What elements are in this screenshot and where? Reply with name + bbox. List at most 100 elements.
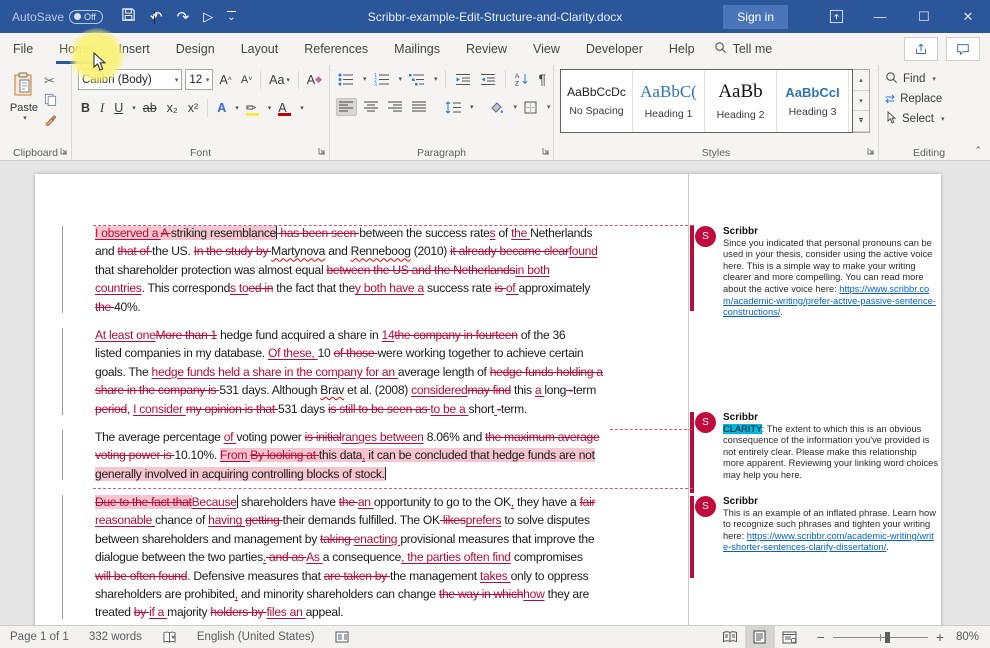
play-macro-icon[interactable]: ▷ [203, 9, 213, 25]
zoom-level[interactable]: 80% [956, 631, 990, 643]
styles-scroll-down-icon[interactable]: ▾ [853, 91, 869, 112]
collapse-ribbon-icon[interactable]: ⌃ [974, 145, 982, 156]
styles-dialog-launcher-icon[interactable] [867, 146, 875, 158]
bold-button[interactable]: B [78, 99, 93, 117]
replace-button[interactable]: ⇄ Replace [885, 92, 975, 106]
comment-1[interactable]: SScribbrSince you indicated that persona… [695, 226, 943, 319]
ribbon-display-options-icon[interactable] [814, 0, 858, 33]
undo-dropdown-icon[interactable]: ▾ [154, 11, 155, 24]
show-formatting-marks-icon[interactable]: ¶ [537, 69, 549, 89]
superscript-button[interactable]: x² [185, 99, 201, 117]
font-color-button[interactable]: A [275, 99, 294, 118]
zoom-in-button[interactable]: + [936, 629, 944, 645]
tab-help[interactable]: Help [656, 34, 708, 64]
align-center-icon[interactable] [362, 99, 381, 115]
paste-button[interactable]: Paste ▾ [6, 69, 42, 129]
tab-file[interactable]: File [0, 34, 46, 64]
undo-icon[interactable]: ↶▾ [150, 8, 163, 26]
cut-icon[interactable]: ✂ [44, 73, 57, 89]
text-effects-button[interactable]: A [214, 99, 229, 117]
document-canvas[interactable]: I observed a A striking resemblance has … [0, 161, 990, 625]
word-count[interactable]: 332 words [79, 626, 152, 648]
share-icon[interactable] [904, 37, 938, 61]
redo-icon[interactable]: ↷ [177, 8, 190, 26]
zoom-out-button[interactable]: − [817, 629, 825, 645]
zoom-slider-thumb[interactable] [885, 632, 890, 643]
tab-review[interactable]: Review [453, 34, 520, 64]
macro-recording-icon[interactable] [325, 626, 359, 648]
underline-dropdown-icon[interactable]: ▾ [132, 104, 136, 112]
grow-font-button[interactable]: A˄ [216, 71, 234, 89]
paragraph-2[interactable]: At least oneMore than 1 hedge fund acqui… [95, 326, 619, 418]
font-dialog-launcher-icon[interactable] [318, 146, 326, 158]
italic-button[interactable]: I [97, 99, 107, 118]
bullets-icon[interactable] [336, 71, 356, 88]
comment-2[interactable]: SScribbrCLARITY: The extent to which thi… [695, 412, 943, 482]
tab-mailings[interactable]: Mailings [381, 34, 453, 64]
tell-me-box[interactable]: Tell me [714, 41, 773, 57]
styles-scroll-up-icon[interactable]: ▴ [853, 70, 869, 91]
read-mode-icon[interactable] [715, 626, 745, 648]
sort-icon[interactable]: AZ [513, 70, 532, 88]
justify-icon[interactable] [410, 99, 429, 115]
copy-icon[interactable] [44, 93, 57, 109]
tab-layout[interactable]: Layout [228, 34, 292, 64]
web-layout-icon[interactable] [775, 626, 805, 648]
strikethrough-button[interactable]: ab [140, 99, 160, 117]
line-spacing-icon[interactable] [443, 99, 463, 116]
customize-qat-icon[interactable]: ⌄ [227, 11, 235, 22]
print-layout-icon[interactable] [745, 626, 775, 648]
tab-developer[interactable]: Developer [573, 34, 656, 64]
clipboard-dialog-launcher-icon[interactable] [60, 146, 68, 158]
find-button[interactable]: Find▾ [885, 71, 975, 87]
font-name-select[interactable]: Calibri (Body)▾ [78, 69, 182, 90]
paste-dropdown-icon[interactable]: ▾ [23, 114, 27, 122]
paragraph-dialog-launcher-icon[interactable] [542, 146, 550, 158]
subscript-button[interactable]: x₂ [164, 99, 181, 117]
paragraph-3[interactable]: The average percentage of voting power i… [95, 428, 619, 483]
style-heading-2[interactable]: AaBbHeading 2 [705, 70, 777, 132]
highlight-button[interactable]: ✏ [243, 98, 262, 118]
font-size-select[interactable]: 12▾ [185, 69, 213, 90]
style-heading-1[interactable]: AaBbC(Heading 1 [633, 70, 705, 132]
page-indicator[interactable]: Page 1 of 1 [0, 626, 79, 648]
clear-formatting-button[interactable]: A◆ [304, 71, 325, 89]
page[interactable]: I observed a A striking resemblance has … [35, 174, 941, 625]
multilevel-list-icon[interactable] [407, 71, 427, 88]
tab-view[interactable]: View [520, 34, 573, 64]
comment-link[interactable]: https://www.scribbr.com/academic-writing… [723, 531, 934, 553]
tab-design[interactable]: Design [163, 34, 228, 64]
numbering-icon[interactable]: 123 [372, 71, 392, 88]
styles-gallery-more-icon[interactable]: ▾ [853, 111, 869, 132]
style-no-spacing[interactable]: AaBbCcDcNo Spacing [561, 70, 633, 132]
proofing-errors-icon[interactable] [152, 626, 187, 648]
save-icon[interactable] [121, 7, 136, 26]
tab-references[interactable]: References [291, 34, 381, 64]
shading-icon[interactable] [488, 99, 507, 116]
increase-indent-icon[interactable] [478, 71, 498, 88]
minimize-button[interactable]: — [858, 0, 902, 33]
autosave-toggle[interactable]: AutoSave Off [12, 10, 103, 24]
tab-insert[interactable]: Insert [106, 34, 163, 64]
comment-3[interactable]: SScribbrThis is an example of an inflate… [695, 496, 943, 554]
paragraph-4[interactable]: Due to the fact thatBecause shareholders… [95, 493, 619, 622]
maximize-button[interactable]: ☐ [902, 0, 946, 33]
select-button[interactable]: Select▾ [885, 111, 975, 127]
sign-in-button[interactable]: Sign in [723, 5, 788, 29]
align-right-icon[interactable] [386, 99, 405, 115]
borders-icon[interactable] [522, 99, 540, 116]
autosave-switch[interactable]: Off [69, 10, 103, 24]
decrease-indent-icon[interactable] [453, 71, 473, 88]
format-painter-icon[interactable] [44, 113, 57, 129]
align-left-icon[interactable] [336, 98, 357, 116]
change-case-button[interactable]: Aa▾ [266, 71, 293, 89]
document-text[interactable]: I observed a A striking resemblance has … [95, 224, 619, 625]
style-heading-3[interactable]: AaBbCcIHeading 3 [777, 70, 849, 132]
close-button[interactable]: ✕ [946, 0, 990, 33]
shrink-font-button[interactable]: A˅ [238, 72, 255, 88]
comments-icon[interactable] [946, 37, 980, 61]
tab-home[interactable]: Home [46, 34, 105, 64]
paragraph-1[interactable]: I observed a A striking resemblance has … [95, 224, 619, 316]
zoom-slider[interactable] [833, 637, 928, 638]
underline-button[interactable]: U [111, 99, 126, 117]
